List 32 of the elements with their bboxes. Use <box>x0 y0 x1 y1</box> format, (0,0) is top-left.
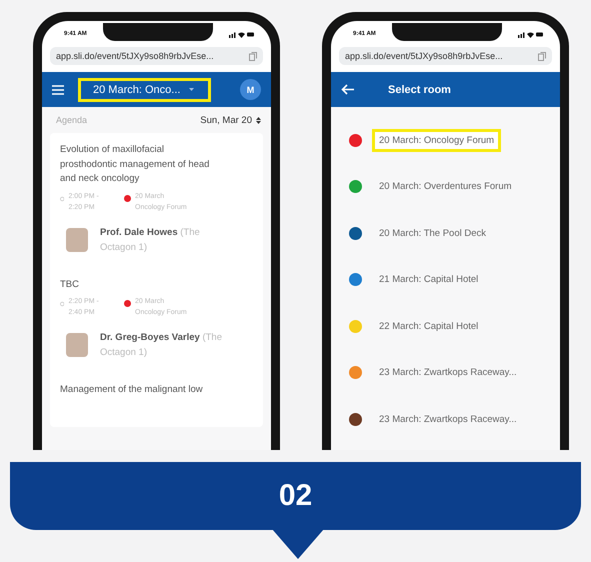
session-title[interactable]: Management of the malignant low <box>60 382 247 398</box>
room-dropdown[interactable]: 20 March: Onco... <box>78 78 212 102</box>
clock-icon <box>60 196 64 202</box>
status-icons <box>228 30 255 38</box>
room-option[interactable]: 20 March: Oncology Forum <box>372 128 502 152</box>
room-option[interactable]: 23 March: Zwartkops Raceway... <box>372 408 524 431</box>
room-option[interactable]: 20 March: Overdentures Forum <box>372 175 519 198</box>
session-title[interactable]: Evolution of maxillofacial prosthodontic management of head and neck oncology <box>60 143 247 188</box>
agenda-label: Agenda <box>56 115 88 125</box>
url-text: app.sli.do/event/5tJXy9so8h9rbJvEse... <box>56 51 214 61</box>
room-option[interactable]: 20 March: The Pool Deck <box>372 222 494 245</box>
address-bar[interactable]: app.sli.do/event/5tJXy9so8h9rbJvEse... <box>339 47 552 65</box>
url-text: app.sli.do/event/5tJXy9so8h9rbJvEse... <box>345 51 503 61</box>
address-bar[interactable]: app.sli.do/event/5tJXy9so8h9rbJvEse... <box>50 47 263 65</box>
room-option[interactable]: 22 March: Capital Hotel <box>372 314 486 338</box>
step-number: 02 <box>278 479 312 513</box>
back-arrow-icon[interactable] <box>341 84 354 95</box>
sort-icon[interactable] <box>256 116 261 124</box>
speaker-name[interactable]: Prof. Dale Howes (The Octagon 1) <box>100 225 247 256</box>
speaker-photo-placeholder <box>66 228 88 252</box>
menu-icon[interactable] <box>52 84 64 94</box>
caret-icon <box>189 88 194 92</box>
speaker-photo-placeholder <box>66 333 88 358</box>
speaker-name[interactable]: Dr. Greg-Boyes Varley (The Octagon 1) <box>100 330 247 361</box>
session-title[interactable]: TBC <box>60 278 247 292</box>
date-selector[interactable]: Sun, Mar 20 <box>200 114 252 126</box>
status-icons <box>518 30 544 38</box>
user-avatar[interactable]: M <box>240 79 261 100</box>
room-option[interactable]: 21 March: Capital Hotel <box>372 268 486 292</box>
clock-icon <box>60 301 64 308</box>
room-option[interactable]: 23 March: Zwartkops Raceway... <box>372 361 524 384</box>
screen-title: Select room <box>388 84 451 96</box>
